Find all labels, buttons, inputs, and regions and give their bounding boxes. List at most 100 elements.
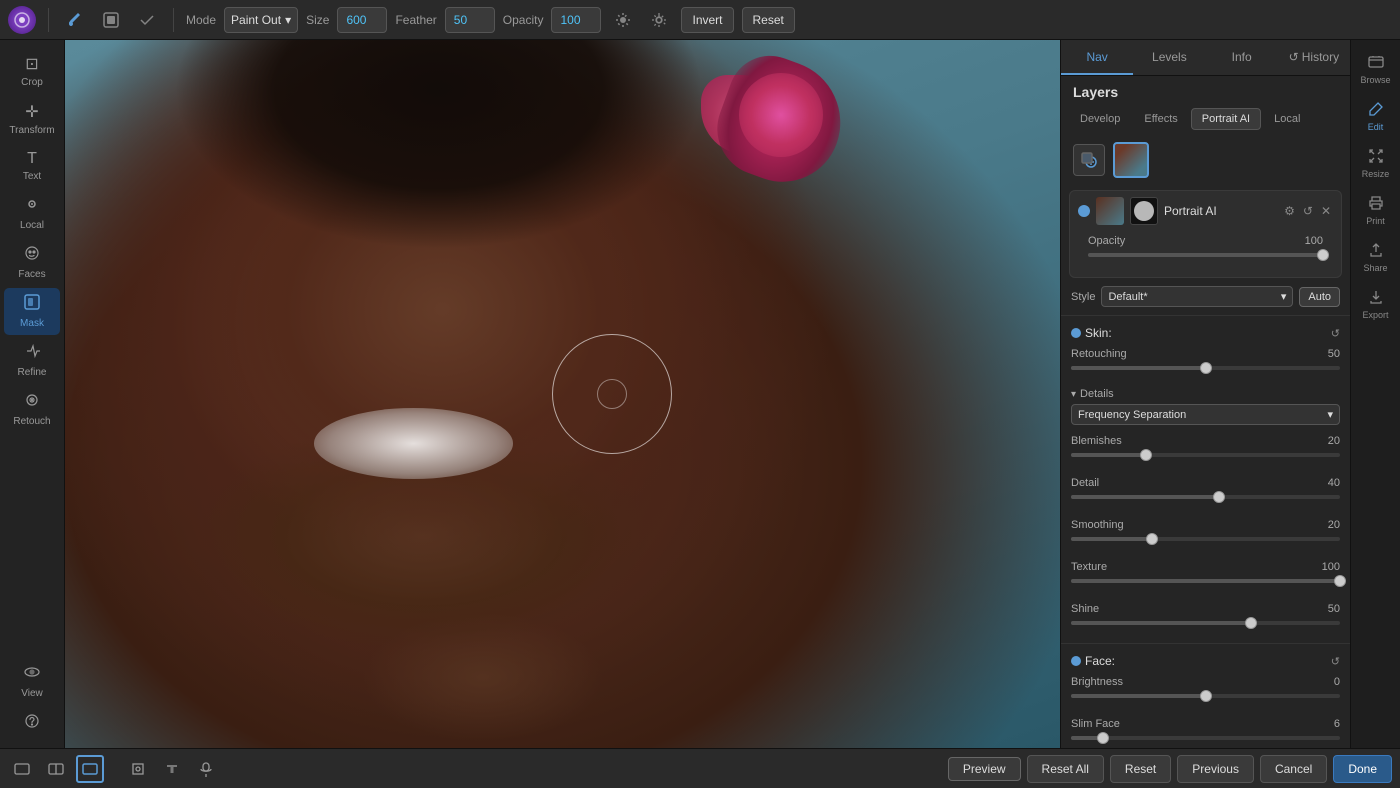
smoothing-slider[interactable] [1071, 537, 1340, 541]
refine-tool[interactable]: Refine [4, 337, 60, 384]
text-bottom-icon[interactable] [158, 755, 186, 783]
left-sidebar: ⊡ Crop ✛ Transform T Text Local Faces [0, 40, 65, 748]
texture-slider[interactable] [1071, 579, 1340, 583]
tab-info[interactable]: Info [1206, 40, 1278, 75]
retouching-slider[interactable] [1071, 366, 1340, 370]
canvas-image[interactable] [65, 40, 1060, 748]
smoothing-thumb[interactable] [1146, 533, 1158, 545]
blemishes-thumb[interactable] [1140, 449, 1152, 461]
opacity-value[interactable]: 100 [551, 7, 601, 33]
brush-tool-icon[interactable] [61, 6, 89, 34]
audio-icon[interactable] [192, 755, 220, 783]
frequency-separation-select[interactable]: Frequency Separation ▾ [1071, 404, 1340, 425]
hair-dark [165, 40, 712, 288]
transform-tool[interactable]: ✛ Transform [4, 96, 60, 142]
crop-icon: ⊡ [25, 54, 38, 74]
export-label: Export [1362, 310, 1388, 320]
reset-all-button[interactable]: Reset All [1027, 755, 1104, 783]
add-layer-button[interactable] [1073, 144, 1105, 176]
resize-button[interactable]: Resize [1354, 142, 1398, 185]
blemishes-slider[interactable] [1071, 453, 1340, 457]
text-label: Text [23, 171, 41, 182]
mode-select[interactable]: Paint Out ▾ [224, 7, 298, 33]
cancel-button[interactable]: Cancel [1260, 755, 1327, 783]
opacity-thumb[interactable] [1317, 249, 1329, 261]
tab-history[interactable]: ↺ History [1278, 40, 1350, 75]
help-tool[interactable] [4, 707, 60, 740]
retouch-tool[interactable]: Retouch [4, 386, 60, 433]
layer-thumb-small [1096, 197, 1124, 225]
canvas-area[interactable] [65, 40, 1060, 748]
done-button[interactable]: Done [1333, 755, 1392, 783]
settings-icon[interactable] [645, 6, 673, 34]
texture-section: Texture 100 [1061, 555, 1350, 597]
opacity-slider[interactable] [1088, 253, 1323, 257]
subtab-local[interactable]: Local [1263, 108, 1311, 130]
layer-settings-button[interactable]: ⚙ [1282, 202, 1297, 220]
shine-slider[interactable] [1071, 621, 1340, 625]
face-reset-icon[interactable]: ↺ [1331, 655, 1340, 668]
single-view-icon[interactable] [76, 755, 104, 783]
mask-view-icon[interactable] [97, 6, 125, 34]
blemishes-row: Blemishes 20 [1071, 433, 1340, 449]
print-button[interactable]: Print [1354, 189, 1398, 232]
style-select[interactable]: Default* ▾ [1101, 286, 1293, 307]
skin-reset-icon[interactable]: ↺ [1331, 327, 1340, 340]
smoothing-row: Smoothing 20 [1071, 517, 1340, 533]
tab-nav[interactable]: Nav [1061, 40, 1133, 75]
crop-bottom-icon[interactable] [124, 755, 152, 783]
shine-label: Shine [1071, 603, 1099, 615]
detail-slider[interactable] [1071, 495, 1340, 499]
mode-chevron-icon: ▾ [285, 13, 291, 27]
layer-undo-button[interactable]: ↺ [1301, 202, 1315, 220]
details-header[interactable]: ▾ Details [1061, 384, 1350, 404]
layer-thumbnail-portrait[interactable] [1113, 142, 1149, 178]
mode-value: Paint Out [231, 13, 281, 27]
layer-visibility-dot[interactable] [1078, 205, 1090, 217]
detail-thumb[interactable] [1213, 491, 1225, 503]
edit-button[interactable]: Edit [1354, 95, 1398, 138]
layout-icon[interactable] [42, 755, 70, 783]
layer-close-button[interactable]: ✕ [1319, 202, 1333, 220]
slim-face-thumb[interactable] [1097, 732, 1109, 744]
retouch-icon [24, 392, 40, 413]
tab-levels[interactable]: Levels [1133, 40, 1205, 75]
skin-section-header: Skin: ↺ [1061, 320, 1350, 342]
preview-button[interactable]: Preview [948, 757, 1021, 781]
style-label: Style [1071, 291, 1095, 303]
crop-tool[interactable]: ⊡ Crop [4, 48, 60, 94]
retouching-thumb[interactable] [1200, 362, 1212, 374]
feather-value[interactable]: 50 [445, 7, 495, 33]
texture-thumb[interactable] [1334, 575, 1346, 587]
invert-button[interactable]: Invert [681, 7, 733, 33]
browse-button[interactable]: Browse [1354, 48, 1398, 91]
blemishes-label: Blemishes [1071, 435, 1122, 447]
subtab-develop[interactable]: Develop [1069, 108, 1131, 130]
subtab-portrait-ai[interactable]: Portrait AI [1191, 108, 1261, 130]
faces-tool[interactable]: Faces [4, 239, 60, 286]
sample-icon[interactable] [609, 6, 637, 34]
expand-icon[interactable] [8, 755, 36, 783]
export-button[interactable]: Export [1354, 283, 1398, 326]
share-button[interactable]: Share [1354, 236, 1398, 279]
previous-button[interactable]: Previous [1177, 755, 1254, 783]
retouching-row: Retouching 50 [1071, 346, 1340, 362]
text-tool[interactable]: T Text [4, 144, 60, 188]
view-tool[interactable]: View [4, 658, 60, 705]
subtab-effects[interactable]: Effects [1133, 108, 1188, 130]
selection-icon[interactable] [133, 6, 161, 34]
view-icon [24, 664, 40, 685]
auto-button[interactable]: Auto [1299, 287, 1340, 307]
slim-face-slider[interactable] [1071, 736, 1340, 740]
mask-tool[interactable]: Mask [4, 288, 60, 335]
brightness-slider[interactable] [1071, 694, 1340, 698]
shine-thumb[interactable] [1245, 617, 1257, 629]
brightness-thumb[interactable] [1200, 690, 1212, 702]
history-icon: ↺ [1289, 50, 1299, 64]
reset-bottom-button[interactable]: Reset [1110, 755, 1171, 783]
layer-thumbs [1061, 134, 1350, 186]
size-value[interactable]: 600 [337, 7, 387, 33]
reset-button[interactable]: Reset [742, 7, 795, 33]
local-tool[interactable]: Local [4, 190, 60, 237]
text-icon: T [27, 150, 37, 168]
